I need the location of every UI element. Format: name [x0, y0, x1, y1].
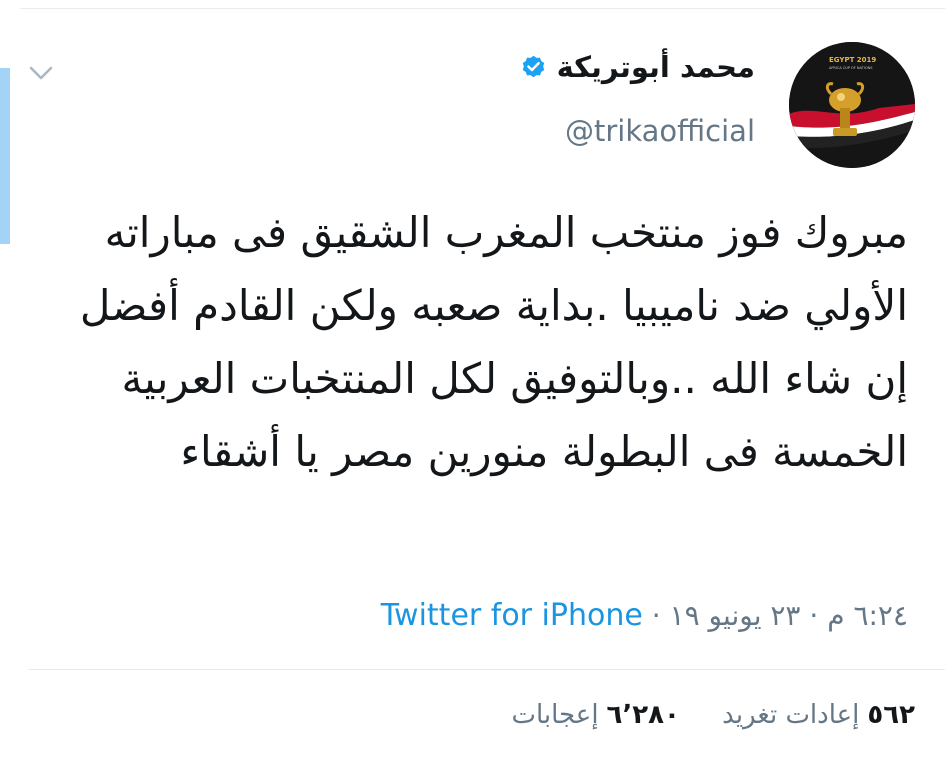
focus-indicator-bar — [0, 68, 10, 244]
tweet-date[interactable]: ٢٣ يونيو ١٩ — [670, 599, 801, 632]
retweets-count: ٥٦٢ — [867, 700, 915, 730]
tweet-source-link[interactable]: Twitter for iPhone — [381, 598, 643, 633]
retweets-label: إعادات تغريد — [722, 700, 860, 730]
chevron-down-icon[interactable] — [28, 62, 54, 84]
meta-separator: · — [651, 599, 661, 632]
likes-count: ٦٬٢٨٠ — [606, 700, 680, 730]
tweet-time[interactable]: ٦:٢٤ م — [827, 599, 908, 632]
tweet-detail-view: EGYPT 2019 AFRICA CUP OF NATIONS محمد أب… — [0, 0, 945, 771]
likes-label: إعجابات — [511, 700, 599, 730]
tweet-meta: ٦:٢٤ م · ٢٣ يونيو ١٩ · Twitter for iPhon… — [381, 598, 908, 633]
author-display-name[interactable]: محمد أبوتريكة — [557, 50, 755, 84]
tweet-text: مبروك فوز منتخب المغرب الشقيق فى مباراته… — [79, 208, 908, 476]
top-divider — [20, 8, 945, 9]
retweets-stat[interactable]: ٥٦٢إعادات تغريد — [722, 700, 915, 730]
meta-separator: · — [809, 599, 819, 632]
likes-stat[interactable]: ٦٬٢٨٠إعجابات — [511, 700, 679, 730]
verified-badge-icon — [522, 55, 544, 77]
tweet-stats: ٥٦٢إعادات تغريد ٦٬٢٨٠إعجابات — [477, 700, 915, 730]
stats-divider — [28, 669, 945, 670]
author-handle[interactable]: @trikaofficial — [565, 114, 755, 148]
avatar-brand-text: EGYPT 2019 — [829, 56, 876, 64]
avatar-image: EGYPT 2019 AFRICA CUP OF NATIONS — [789, 42, 915, 168]
author-name-row[interactable]: محمد أبوتريكة — [520, 50, 755, 84]
avatar[interactable]: EGYPT 2019 AFRICA CUP OF NATIONS — [789, 42, 915, 168]
avatar-brand-subtext: AFRICA CUP OF NATIONS — [829, 66, 873, 70]
